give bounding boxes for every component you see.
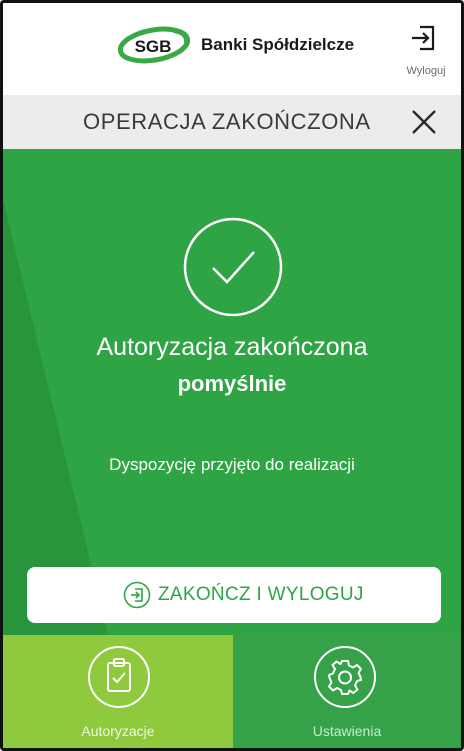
sgb-logo-text: SGB (135, 37, 172, 56)
nav-item-authorizations[interactable]: Autoryzacje (3, 635, 233, 748)
finish-and-logout-button[interactable]: ZAKOŃCZ I WYLOGUJ (27, 567, 441, 623)
nav-item-settings[interactable]: Ustawienia (233, 635, 461, 748)
close-button[interactable] (407, 105, 441, 139)
info-message: Dyspozycję przyjęto do realizacji (109, 455, 355, 474)
bottom-navigation: Autoryzacje Ustawienia (3, 635, 461, 748)
app-screen: SGB Banki Spółdzielcze Wyloguj OPERACJA … (0, 0, 464, 751)
app-header: SGB Banki Spółdzielcze Wyloguj (3, 3, 461, 91)
sgb-logo: SGB (116, 23, 194, 65)
operation-titlebar: OPERACJA ZAKOŃCZONA (3, 95, 461, 149)
logout-icon (412, 25, 435, 51)
clipboard-check-icon (87, 645, 151, 709)
logout-label: Wyloguj (406, 65, 446, 77)
checkmark-circle-icon (181, 215, 285, 319)
finish-button-label: ZAKOŃCZ I WYLOGUJ (158, 584, 364, 605)
logout-button[interactable]: Wyloguj (401, 25, 451, 83)
nav-label-authorizations: Autoryzacje (81, 723, 155, 739)
close-icon (412, 110, 436, 134)
gear-icon (313, 645, 377, 709)
success-message-emphasis: pomyślnie (177, 371, 287, 396)
page-title: OPERACJA ZAKOŃCZONA (83, 109, 371, 134)
nav-label-settings: Ustawienia (312, 723, 382, 739)
logout-icon (123, 581, 151, 609)
success-message: Autoryzacja zakończona (96, 333, 368, 361)
success-panel: Autoryzacja zakończona pomyślnie Dyspozy… (3, 149, 461, 635)
bank-name: Banki Spółdzielcze (201, 35, 355, 54)
